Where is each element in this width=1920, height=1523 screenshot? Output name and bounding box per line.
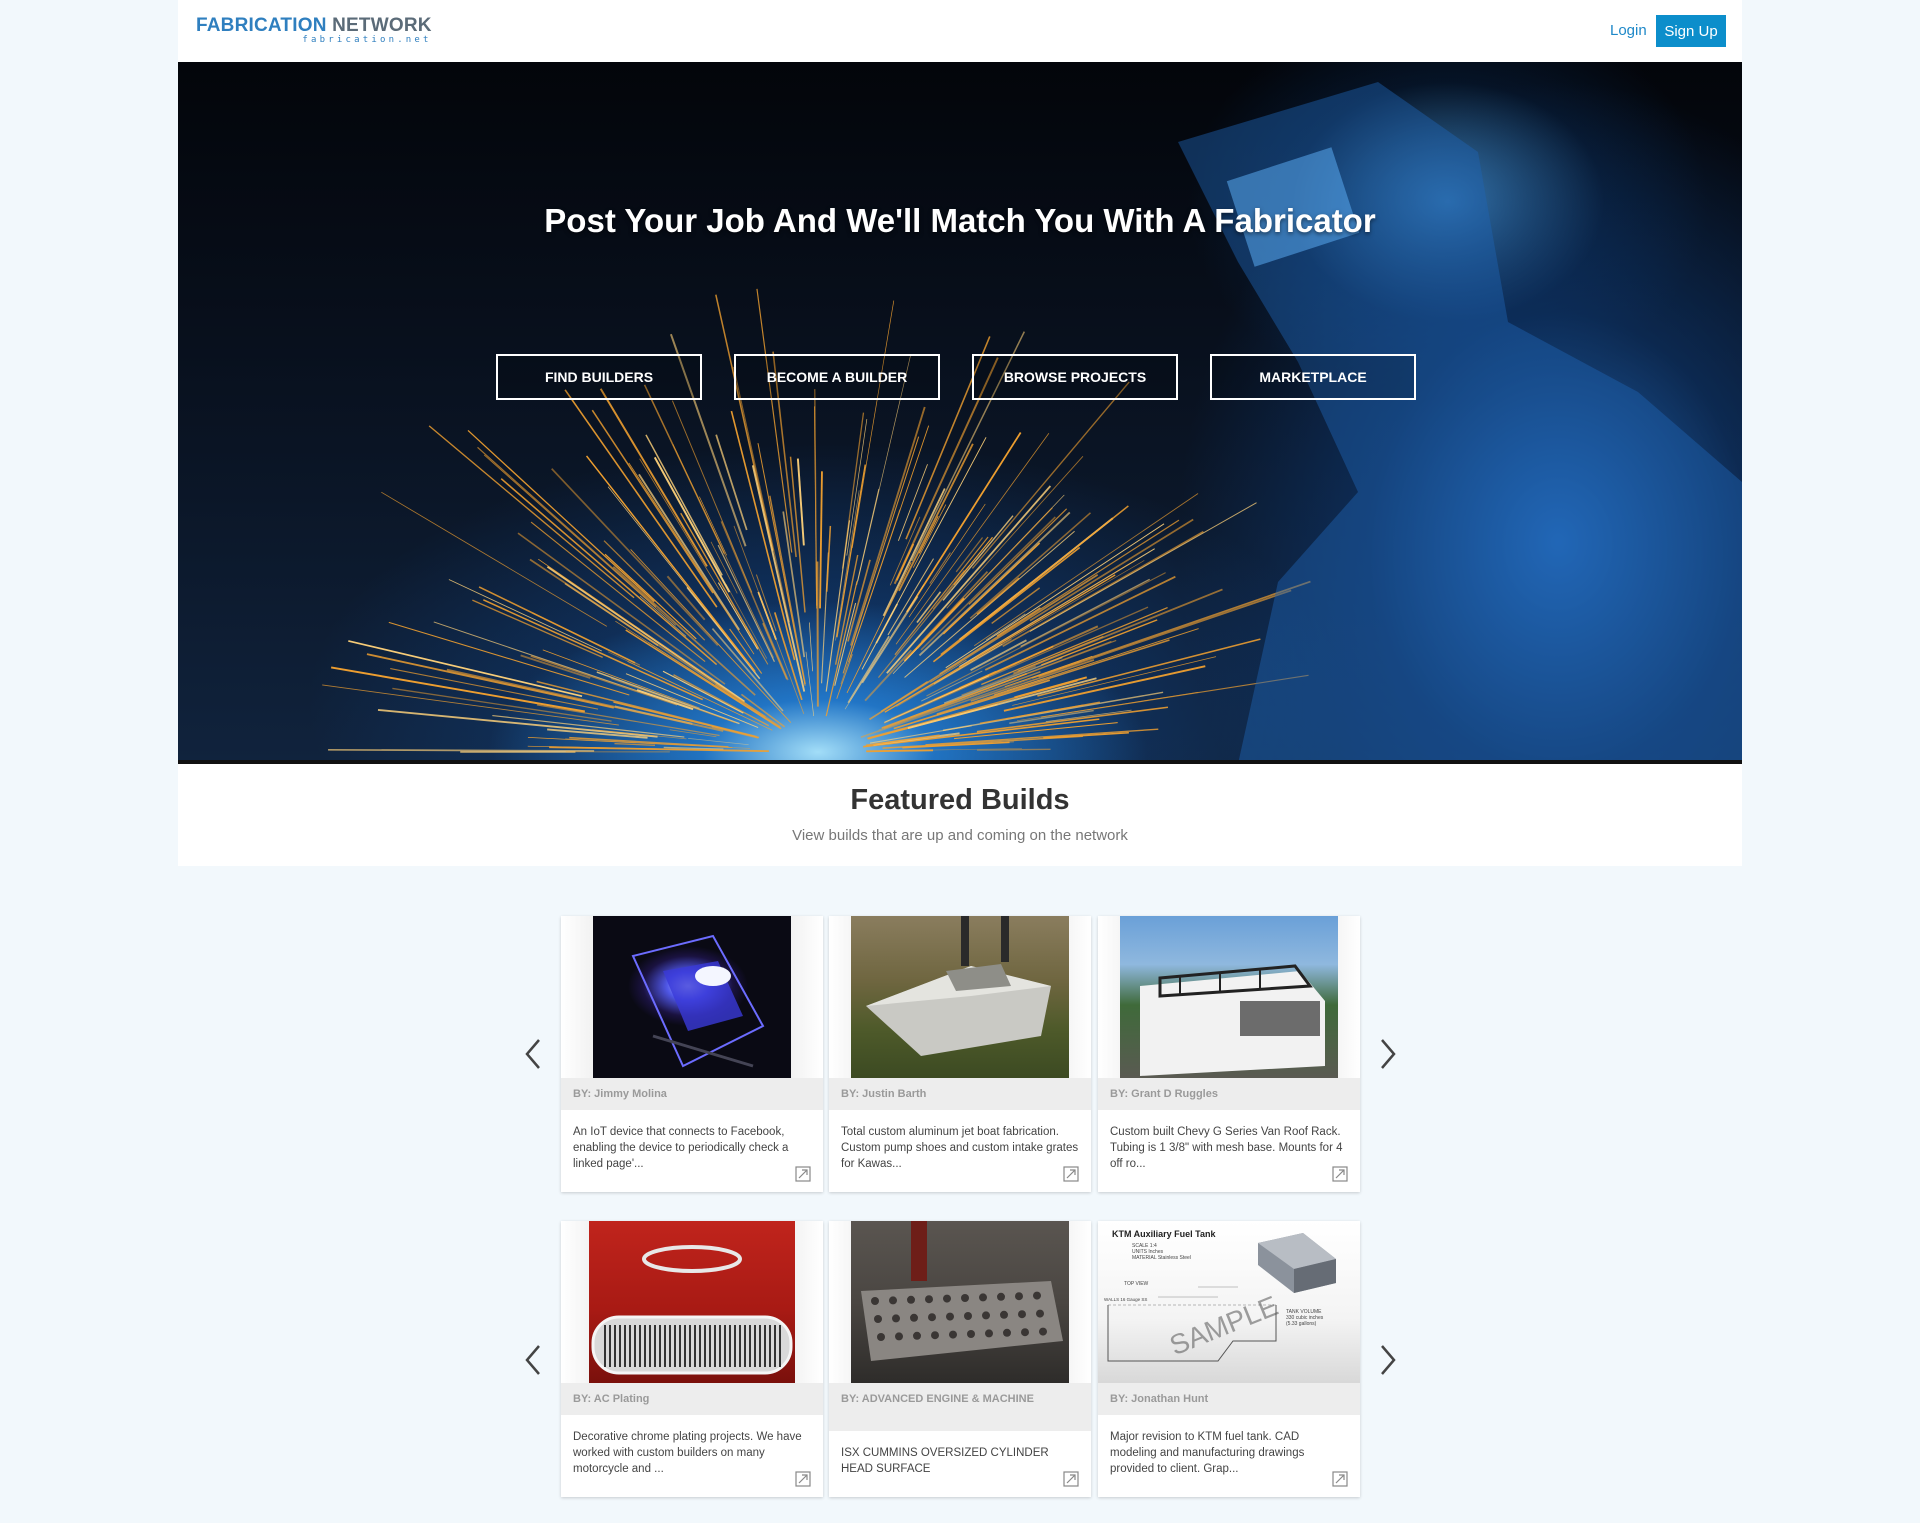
build-image <box>1098 916 1360 1078</box>
expand-icon[interactable] <box>795 1471 811 1487</box>
browse-projects-button[interactable]: BROWSE PROJECTS <box>972 354 1178 400</box>
chevron-left-icon[interactable] <box>519 1340 549 1380</box>
marketplace-button[interactable]: MARKETPLACE <box>1210 354 1416 400</box>
logo-wordmark: FABRICATION NETWORK <box>196 15 432 36</box>
hero-banner: Post Your Job And We'll Match You With A… <box>178 62 1742 764</box>
hero-title: Post Your Job And We'll Match You With A… <box>544 202 1376 239</box>
find-builders-button[interactable]: FIND BUILDERS <box>496 354 702 400</box>
build-author: BY: Grant D Ruggles <box>1098 1078 1360 1110</box>
build-description: An IoT device that connects to Facebook,… <box>573 1126 789 1170</box>
chevron-right-icon[interactable] <box>1372 1034 1402 1074</box>
build-author: BY: Justin Barth <box>829 1078 1091 1110</box>
build-card[interactable]: BY: Jimmy Molina An IoT device that conn… <box>561 916 823 1192</box>
featured-subtitle: View builds that are up and coming on th… <box>792 827 1128 844</box>
build-description: ISX CUMMINS OVERSIZED CYLINDER HEAD SURF… <box>841 1447 1049 1475</box>
chevron-left-icon[interactable] <box>519 1034 549 1074</box>
build-card[interactable]: BY: Justin Barth Total custom aluminum j… <box>829 916 1091 1192</box>
cylinder-head-photo <box>851 1221 1069 1383</box>
build-image: KTM Auxiliary Fuel Tank SCALE 1:4 UNITS … <box>1098 1221 1360 1383</box>
sample-watermark: SAMPLE <box>1165 1290 1282 1361</box>
build-description: Major revision to KTM fuel tank. CAD mod… <box>1110 1431 1305 1475</box>
fuel-tank-drawing: KTM Auxiliary Fuel Tank SCALE 1:4 UNITS … <box>1104 1229 1336 1362</box>
svg-text:MATERIAL Stainless Steel: MATERIAL Stainless Steel <box>1132 1255 1191 1261</box>
expand-icon[interactable] <box>1332 1166 1348 1182</box>
build-description: Decorative chrome plating projects. We h… <box>573 1431 802 1475</box>
chevron-right-icon[interactable] <box>1372 1340 1402 1380</box>
login-link[interactable]: Login <box>1610 22 1647 39</box>
expand-icon[interactable] <box>1063 1166 1079 1182</box>
build-image <box>829 1221 1091 1383</box>
sparks-graphic <box>322 82 1742 760</box>
build-author: BY: Jimmy Molina <box>561 1078 823 1110</box>
featured-title: Featured Builds <box>850 784 1070 816</box>
build-description: Total custom aluminum jet boat fabricati… <box>841 1126 1079 1170</box>
logo-domain: fabrication.net <box>302 35 432 45</box>
drawing-title: KTM Auxiliary Fuel Tank <box>1112 1229 1217 1239</box>
featured-builds-header: Featured Builds View builds that are up … <box>178 764 1742 866</box>
jet-boat-photo <box>851 916 1069 1078</box>
build-image <box>829 916 1091 1078</box>
build-author: BY: AC Plating <box>561 1383 823 1415</box>
van-roof-rack-photo <box>1120 916 1338 1078</box>
expand-icon[interactable] <box>795 1166 811 1182</box>
build-author: BY: Jonathan Hunt <box>1098 1383 1360 1415</box>
build-image <box>561 916 823 1078</box>
iot-device-photo <box>593 916 791 1078</box>
build-card[interactable]: KTM Auxiliary Fuel Tank SCALE 1:4 UNITS … <box>1098 1221 1360 1497</box>
expand-icon[interactable] <box>1063 1471 1079 1487</box>
svg-text:(5.33 gallons): (5.33 gallons) <box>1286 1321 1317 1327</box>
build-image <box>561 1221 823 1383</box>
top-navbar: FABRICATION NETWORK fabrication.net Logi… <box>178 0 1742 62</box>
build-author: BY: ADVANCED ENGINE & MACHINE <box>829 1383 1091 1431</box>
build-card[interactable]: BY: Grant D Ruggles Custom built Chevy G… <box>1098 916 1360 1192</box>
site-logo[interactable]: FABRICATION NETWORK fabrication.net <box>196 15 432 46</box>
chrome-plating-photo <box>589 1221 795 1383</box>
expand-icon[interactable] <box>1332 1471 1348 1487</box>
build-card[interactable]: BY: AC Plating Decorative chrome plating… <box>561 1221 823 1497</box>
signup-button[interactable]: Sign Up <box>1656 15 1726 47</box>
become-builder-button[interactable]: BECOME A BUILDER <box>734 354 940 400</box>
svg-text:WALLS 16 Gauge SS: WALLS 16 Gauge SS <box>1104 1297 1147 1302</box>
hero-welding-image <box>178 62 1742 760</box>
build-card[interactable]: BY: ADVANCED ENGINE & MACHINE ISX CUMMIN… <box>829 1221 1091 1497</box>
build-description: Custom built Chevy G Series Van Roof Rac… <box>1110 1126 1343 1170</box>
svg-text:TOP VIEW: TOP VIEW <box>1124 1281 1149 1287</box>
